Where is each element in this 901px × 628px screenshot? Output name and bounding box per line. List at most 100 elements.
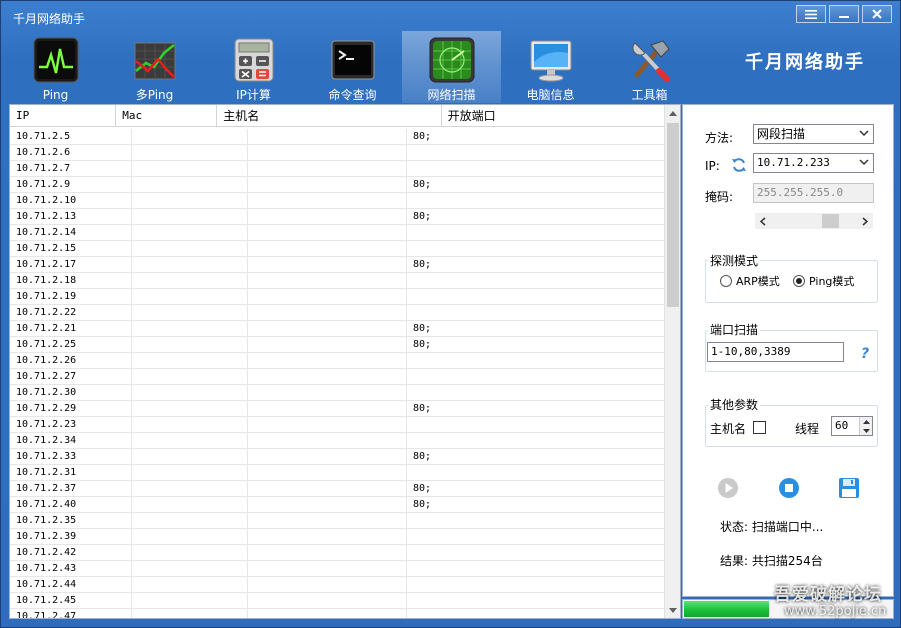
- cell-hostname: [248, 257, 407, 273]
- arp-mode-radio[interactable]: ARP模式: [720, 273, 780, 289]
- table-row[interactable]: 10.71.2.35: [10, 513, 666, 529]
- cell-ip: 10.71.2.26: [10, 353, 132, 369]
- cell-open-ports: [407, 593, 666, 609]
- table-row[interactable]: 10.71.2.31: [10, 465, 666, 481]
- table-row[interactable]: 10.71.2.19: [10, 289, 666, 305]
- table-row[interactable]: 10.71.2.40 80;: [10, 497, 666, 513]
- method-select[interactable]: 网段扫描: [753, 124, 874, 144]
- cell-ip: 10.71.2.43: [10, 561, 132, 577]
- table-row[interactable]: 10.71.2.47: [10, 609, 666, 618]
- table-row[interactable]: 10.71.2.14: [10, 225, 666, 241]
- port-range-value: 1-10,80,3389: [711, 345, 791, 358]
- table-row[interactable]: 10.71.2.23: [10, 417, 666, 433]
- cell-hostname: [248, 337, 407, 353]
- cell-hostname: [248, 433, 407, 449]
- table-row[interactable]: 10.71.2.22: [10, 305, 666, 321]
- cell-ip: 10.71.2.18: [10, 273, 132, 289]
- monitor-icon: [530, 40, 572, 82]
- vertical-scrollbar[interactable]: [664, 105, 680, 618]
- cell-open-ports: [407, 545, 666, 561]
- scroll-left-button[interactable]: [755, 213, 771, 229]
- scroll-thumb[interactable]: [667, 123, 679, 307]
- tool-ping[interactable]: Ping: [6, 31, 105, 103]
- stop-scan-button[interactable]: [777, 476, 801, 500]
- mask-horizontal-scrollbar[interactable]: [755, 213, 873, 229]
- cell-mac: [132, 577, 248, 593]
- table-row[interactable]: 10.71.2.26: [10, 353, 666, 369]
- tool-toolbox[interactable]: 工具箱: [600, 31, 699, 103]
- cell-ip: 10.71.2.19: [10, 289, 132, 305]
- ip-combobox[interactable]: 10.71.2.233: [753, 153, 874, 173]
- cell-open-ports: 80;: [407, 449, 666, 465]
- column-header-open-ports[interactable]: 开放端口: [442, 105, 667, 127]
- cell-open-ports: [407, 609, 666, 618]
- chevron-right-icon: [862, 216, 868, 226]
- spin-up-button[interactable]: [860, 417, 872, 426]
- help-icon[interactable]: ?: [859, 345, 873, 361]
- table-row[interactable]: 10.71.2.17 80;: [10, 257, 666, 273]
- stop-icon: [779, 478, 799, 498]
- cell-open-ports: 80;: [407, 209, 666, 225]
- table-row[interactable]: 10.71.2.15: [10, 241, 666, 257]
- cell-mac: [132, 513, 248, 529]
- spin-down-button[interactable]: [860, 426, 872, 435]
- table-row[interactable]: 10.71.2.10: [10, 193, 666, 209]
- scroll-down-button[interactable]: [665, 602, 680, 618]
- table-row[interactable]: 10.71.2.25 80;: [10, 337, 666, 353]
- cell-mac: [132, 241, 248, 257]
- column-header-ip[interactable]: IP: [10, 105, 117, 127]
- cell-hostname: [248, 449, 407, 465]
- table-row[interactable]: 10.71.2.9 80;: [10, 177, 666, 193]
- table-row[interactable]: 10.71.2.43: [10, 561, 666, 577]
- close-button[interactable]: [862, 5, 892, 23]
- minimize-button[interactable]: [829, 5, 859, 23]
- main-toolbar: Ping 多Ping IP计算 命令查询 网络扫描 电脑信息 工具箱: [6, 31, 699, 103]
- table-row[interactable]: 10.71.2.45: [10, 593, 666, 609]
- scroll-up-button[interactable]: [665, 105, 680, 121]
- tool-ip-calc[interactable]: IP计算: [204, 31, 303, 103]
- tool-computer-info[interactable]: 电脑信息: [501, 31, 600, 103]
- start-scan-button[interactable]: [716, 476, 740, 500]
- cell-mac: [132, 385, 248, 401]
- port-range-input[interactable]: 1-10,80,3389: [707, 342, 844, 362]
- cell-mac: [132, 353, 248, 369]
- title-bar[interactable]: 千月网络助手: [1, 1, 900, 31]
- table-row[interactable]: 10.71.2.6: [10, 145, 666, 161]
- table-row[interactable]: 10.71.2.29 80;: [10, 401, 666, 417]
- table-row[interactable]: 10.71.2.21 80;: [10, 321, 666, 337]
- cell-ip: 10.71.2.23: [10, 417, 132, 433]
- table-row[interactable]: 10.71.2.18: [10, 273, 666, 289]
- table-row[interactable]: 10.71.2.42: [10, 545, 666, 561]
- menu-button[interactable]: [796, 5, 826, 23]
- table-row[interactable]: 10.71.2.5 80;: [10, 129, 666, 145]
- save-result-button[interactable]: [837, 476, 861, 500]
- ip-value: 10.71.2.233: [757, 156, 830, 169]
- cell-open-ports: [407, 577, 666, 593]
- hostname-checkbox[interactable]: [753, 421, 766, 434]
- thread-spinner[interactable]: 60: [831, 416, 873, 436]
- column-header-mac[interactable]: Mac: [116, 105, 218, 127]
- table-row[interactable]: 10.71.2.33 80;: [10, 449, 666, 465]
- minimize-icon: [839, 16, 849, 18]
- table-row[interactable]: 10.71.2.27: [10, 369, 666, 385]
- watermark-text: 吾爱破解论坛: [774, 585, 882, 605]
- column-header-hostname[interactable]: 主机名: [217, 105, 442, 127]
- ping-mode-radio[interactable]: Ping模式: [793, 273, 854, 289]
- tool-network-scan[interactable]: 网络扫描: [402, 31, 501, 103]
- tool-multi-ping[interactable]: 多Ping: [105, 31, 204, 103]
- table-row[interactable]: 10.71.2.30: [10, 385, 666, 401]
- scroll-thumb[interactable]: [822, 214, 839, 228]
- refresh-icon[interactable]: [731, 157, 747, 173]
- table-row[interactable]: 10.71.2.39: [10, 529, 666, 545]
- cell-ip: 10.71.2.45: [10, 593, 132, 609]
- ping-monitor-icon: [33, 37, 79, 83]
- tool-command-query[interactable]: 命令查询: [303, 31, 402, 103]
- table-row[interactable]: 10.71.2.44: [10, 577, 666, 593]
- table-row[interactable]: 10.71.2.13 80;: [10, 209, 666, 225]
- table-row[interactable]: 10.71.2.7: [10, 161, 666, 177]
- table-row[interactable]: 10.71.2.34: [10, 433, 666, 449]
- mask-label: 掩码:: [705, 190, 734, 204]
- cell-hostname: [248, 385, 407, 401]
- table-row[interactable]: 10.71.2.37 80;: [10, 481, 666, 497]
- scroll-right-button[interactable]: [857, 213, 873, 229]
